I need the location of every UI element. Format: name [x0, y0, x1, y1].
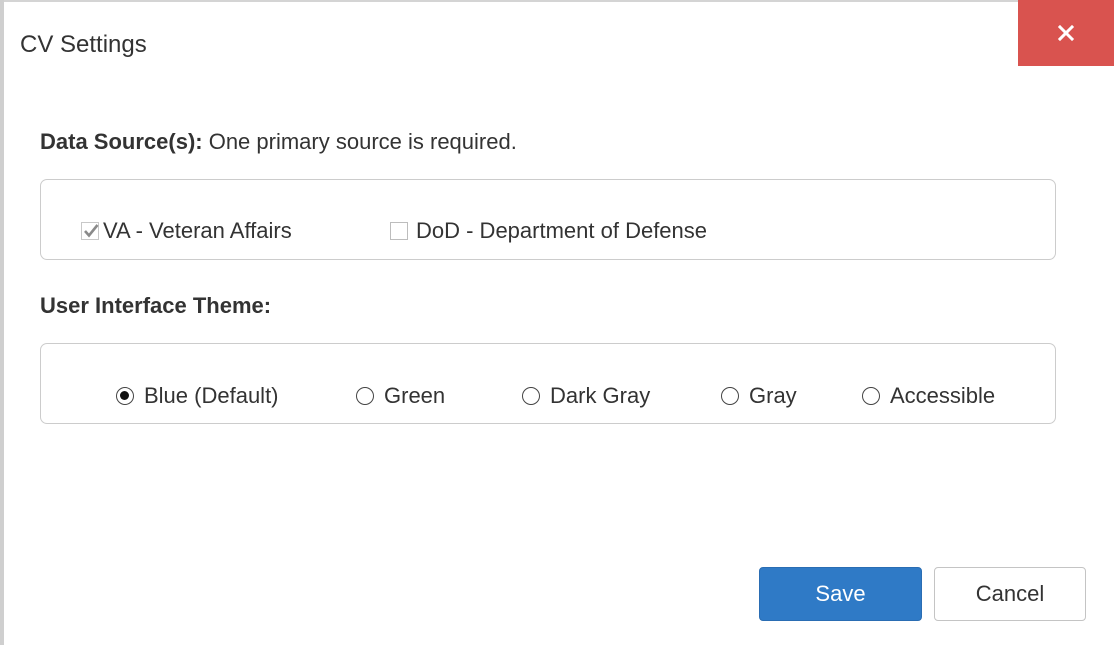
close-button[interactable]	[1018, 0, 1114, 66]
theme-label-text: User Interface Theme:	[40, 293, 272, 318]
theme-radio-dark-gray-label: Dark Gray	[550, 383, 651, 408]
data-source-label: Data Source(s): One primary source is re…	[40, 129, 517, 155]
save-button[interactable]: Save	[759, 567, 922, 621]
radio-accessible[interactable]	[862, 387, 880, 405]
radio-blue[interactable]	[116, 387, 134, 405]
data-source-label-bold: Data Source(s):	[40, 129, 203, 154]
va-checkbox-label: VA - Veteran Affairs	[103, 218, 292, 243]
radio-dark-gray[interactable]	[522, 387, 540, 405]
theme-radio-dark-gray[interactable]: Dark Gray	[522, 383, 650, 409]
cancel-button[interactable]: Cancel	[934, 567, 1086, 621]
close-icon	[1058, 25, 1074, 41]
theme-radio-blue[interactable]: Blue (Default)	[116, 383, 279, 409]
radio-gray[interactable]	[721, 387, 739, 405]
theme-radio-accessible[interactable]: Accessible	[862, 383, 995, 409]
theme-radio-blue-label: Blue (Default)	[144, 383, 279, 408]
theme-label: User Interface Theme:	[40, 293, 271, 319]
dod-checkbox[interactable]	[390, 222, 408, 240]
theme-group: Blue (Default) Green Dark Gray Gray Acce…	[40, 343, 1056, 424]
dialog-top-border	[0, 0, 1114, 2]
theme-radio-green-label: Green	[384, 383, 446, 408]
data-source-label-note: One primary source is required.	[202, 129, 517, 154]
dod-checkbox-item[interactable]: DoD - Department of Defense	[390, 218, 707, 244]
dod-checkbox-label: DoD - Department of Defense	[416, 218, 708, 243]
theme-radio-gray[interactable]: Gray	[721, 383, 797, 409]
theme-radio-green[interactable]: Green	[356, 383, 445, 409]
data-source-group: VA - Veteran Affairs DoD - Department of…	[40, 179, 1056, 260]
va-checkbox-item[interactable]: VA - Veteran Affairs	[81, 218, 292, 244]
dialog-left-border	[0, 0, 4, 645]
dialog-title: CV Settings	[20, 31, 147, 58]
va-checkbox[interactable]	[81, 222, 99, 240]
checkmark-icon	[84, 224, 99, 238]
theme-radio-accessible-label: Accessible	[890, 383, 996, 408]
cv-settings-dialog: CV Settings Data Source(s): One primary …	[0, 0, 1114, 645]
theme-radio-gray-label: Gray	[749, 383, 797, 408]
radio-green[interactable]	[356, 387, 374, 405]
